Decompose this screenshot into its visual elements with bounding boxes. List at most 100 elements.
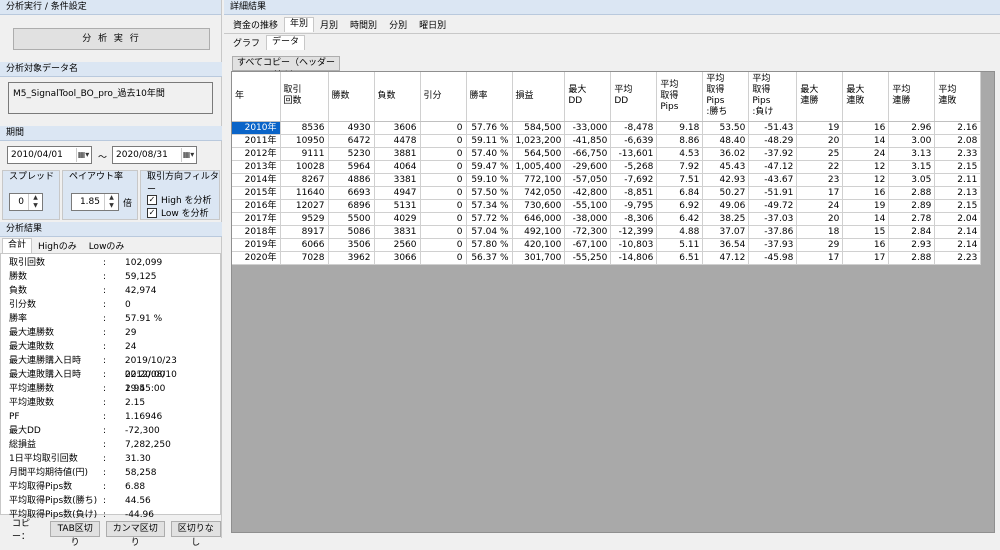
column-header[interactable]: 平均 取得 Pips :勝ち <box>702 72 750 122</box>
table-cell[interactable]: 742,050 <box>512 186 566 200</box>
table-cell[interactable]: -66,750 <box>564 147 612 161</box>
table-cell[interactable]: -72,300 <box>564 225 612 239</box>
table-cell[interactable]: 14 <box>842 134 890 148</box>
table-cell[interactable]: -37.93 <box>748 238 798 252</box>
table-cell[interactable]: 3066 <box>374 251 421 265</box>
table-cell[interactable]: 2.78 <box>888 212 936 226</box>
spinner-arrows-icon[interactable]: ▲ ▼ <box>104 194 118 210</box>
table-row[interactable]: 2011年 10950 6472 4478 0 59.11 % 1,023,200 -41,8… <box>232 134 982 148</box>
tab-minute[interactable]: 分別 <box>383 19 413 32</box>
low-checkbox[interactable]: ✓ Low を分析 <box>147 206 209 219</box>
table-cell[interactable]: 10950 <box>280 134 329 148</box>
table-cell[interactable]: 14 <box>842 212 890 226</box>
table-cell[interactable]: 772,100 <box>512 173 566 187</box>
table-cell[interactable]: 4886 <box>328 173 375 187</box>
table-cell[interactable]: 3.15 <box>888 160 936 174</box>
copy-all-button[interactable]: すべてコピー（ヘッダー付き） <box>232 56 340 81</box>
table-cell[interactable]: 730,600 <box>512 199 566 213</box>
table-cell[interactable]: 57.76 % <box>466 121 513 135</box>
table-cell[interactable]: 6896 <box>328 199 375 213</box>
table-row[interactable]: 2020年 7028 3962 3066 0 56.37 % 301,700 -55,250-… <box>232 251 982 265</box>
table-cell[interactable]: 3962 <box>328 251 375 265</box>
column-header[interactable]: 損益 <box>512 72 566 122</box>
table-cell[interactable]: 3831 <box>374 225 421 239</box>
tab-high-only[interactable]: Highのみ <box>32 240 83 253</box>
table-cell[interactable]: 10028 <box>280 160 329 174</box>
table-cell[interactable]: 2.93 <box>888 238 936 252</box>
table-cell[interactable]: 23 <box>796 173 844 187</box>
column-header[interactable]: 引分 <box>420 72 467 122</box>
table-cell[interactable]: -5,268 <box>610 160 658 174</box>
table-row[interactable]: 2014年 8267 4886 3381 0 59.10 % 772,100 -57,050-… <box>232 173 982 187</box>
table-cell[interactable]: 49.06 <box>702 199 750 213</box>
table-cell[interactable]: 16 <box>842 238 890 252</box>
date-to-picker[interactable]: 2020/08/31 ▦▾ <box>112 146 197 164</box>
table-cell[interactable]: 59.10 % <box>466 173 513 187</box>
table-cell[interactable]: 17 <box>842 251 890 265</box>
tab-yearly[interactable]: 年別 <box>284 17 315 32</box>
table-cell[interactable]: 0 <box>420 134 467 148</box>
table-cell[interactable]: 0 <box>420 147 467 161</box>
payout-stepper[interactable]: 1.85 ▲ ▼ <box>71 193 119 211</box>
table-cell[interactable]: 2.33 <box>934 147 982 161</box>
year-cell[interactable]: 2011年 <box>232 134 281 148</box>
table-cell[interactable]: 9.18 <box>656 121 704 135</box>
table-cell[interactable]: -51.91 <box>748 186 798 200</box>
table-row[interactable]: 2018年 8917 5086 3831 0 57.04 % 492,100 -72,300-… <box>232 225 982 239</box>
year-cell[interactable]: 2015年 <box>232 186 281 200</box>
table-cell[interactable]: 0 <box>420 160 467 174</box>
table-row[interactable]: 2016年 12027 6896 5131 0 57.34 % 730,600 -55,100… <box>232 199 982 213</box>
table-cell[interactable]: 18 <box>796 225 844 239</box>
table-cell[interactable]: -45.98 <box>748 251 798 265</box>
tab-fund-trend[interactable]: 資金の推移 <box>227 19 284 32</box>
calendar-dropdown-icon[interactable]: ▦▾ <box>181 148 195 162</box>
table-cell[interactable]: 8267 <box>280 173 329 187</box>
table-cell[interactable]: 2.16 <box>934 121 982 135</box>
table-row[interactable]: 2015年 11640 6693 4947 0 57.50 % 742,050 -42,800… <box>232 186 982 200</box>
table-cell[interactable]: 47.12 <box>702 251 750 265</box>
table-cell[interactable]: 48.40 <box>702 134 750 148</box>
table-cell[interactable]: -9,795 <box>610 199 658 213</box>
table-cell[interactable]: 5.11 <box>656 238 704 252</box>
table-cell[interactable]: 59.11 % <box>466 134 513 148</box>
table-cell[interactable]: 2.23 <box>934 251 982 265</box>
table-cell[interactable]: -8,306 <box>610 212 658 226</box>
year-cell[interactable]: 2013年 <box>232 160 281 174</box>
table-cell[interactable]: 5500 <box>328 212 375 226</box>
calendar-dropdown-icon[interactable]: ▦▾ <box>76 148 90 162</box>
table-cell[interactable]: 4930 <box>328 121 375 135</box>
table-cell[interactable]: 646,000 <box>512 212 566 226</box>
table-cell[interactable]: 12 <box>842 160 890 174</box>
tab-weekday[interactable]: 曜日別 <box>413 19 452 32</box>
year-cell[interactable]: 2014年 <box>232 173 281 187</box>
table-cell[interactable]: 50.27 <box>702 186 750 200</box>
copy-comma-button[interactable]: カンマ区切り <box>106 521 165 548</box>
table-cell[interactable]: 38.25 <box>702 212 750 226</box>
table-cell[interactable]: 2.14 <box>934 238 982 252</box>
table-cell[interactable]: 8.86 <box>656 134 704 148</box>
table-cell[interactable]: 9529 <box>280 212 329 226</box>
table-cell[interactable]: 4.53 <box>656 147 704 161</box>
table-cell[interactable]: 0 <box>420 238 467 252</box>
table-cell[interactable]: 17 <box>796 251 844 265</box>
table-cell[interactable]: 0 <box>420 173 467 187</box>
table-cell[interactable]: 3881 <box>374 147 421 161</box>
table-cell[interactable]: -43.67 <box>748 173 798 187</box>
column-header[interactable]: 負数 <box>374 72 421 122</box>
table-cell[interactable]: 19 <box>842 199 890 213</box>
table-cell[interactable]: 22 <box>796 160 844 174</box>
table-cell[interactable]: -37.86 <box>748 225 798 239</box>
run-analysis-button[interactable]: 分 析 実 行 <box>13 28 210 50</box>
table-cell[interactable]: -48.29 <box>748 134 798 148</box>
table-cell[interactable]: 8917 <box>280 225 329 239</box>
table-cell[interactable]: 7.51 <box>656 173 704 187</box>
table-cell[interactable]: 5086 <box>328 225 375 239</box>
table-row[interactable]: 2019年 6066 3506 2560 0 57.80 % 420,100 -67,100-… <box>232 238 982 252</box>
table-cell[interactable]: 42.93 <box>702 173 750 187</box>
table-cell[interactable]: 12027 <box>280 199 329 213</box>
tab-low-only[interactable]: Lowのみ <box>83 240 131 253</box>
high-checkbox[interactable]: ✓ High を分析 <box>147 193 212 206</box>
spread-stepper[interactable]: 0 ▲ ▼ <box>9 193 43 211</box>
table-cell[interactable]: 36.54 <box>702 238 750 252</box>
table-cell[interactable]: 2.14 <box>934 225 982 239</box>
